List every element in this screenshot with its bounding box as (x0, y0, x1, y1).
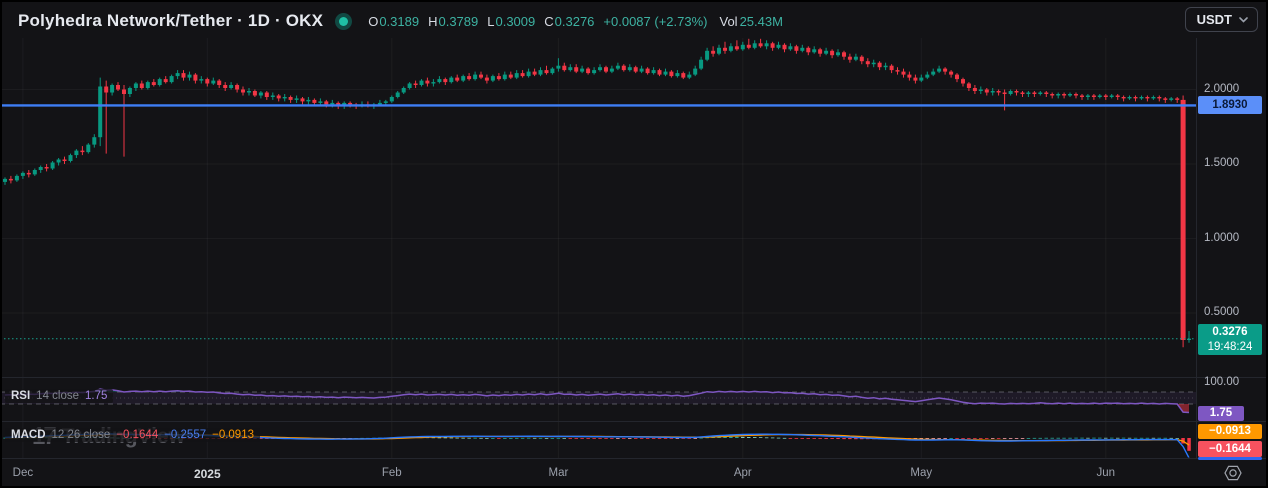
currency-dropdown[interactable]: USDT (1185, 7, 1258, 32)
time-axis-label[interactable]: Mar (548, 467, 568, 479)
ohlc-legend: O0.3189 H0.3789 L0.3009 C0.3276 +0.0087 … (368, 14, 783, 29)
trading-chart-app: Polyhedra Network/Tether · 1D · OKX O0.3… (0, 0, 1268, 488)
time-axis-label[interactable]: Feb (382, 467, 402, 479)
last-price-value: 0.3276 (1198, 325, 1262, 340)
open-value: O0.3189 (368, 14, 419, 29)
time-axis-label[interactable]: Apr (734, 467, 752, 479)
macd-line-badge-clipped (1198, 457, 1262, 460)
rsi-value-badge: 1.75 (1198, 406, 1244, 421)
change-value: +0.0087 (+2.73%) (603, 14, 707, 29)
macd-signal-badge: −0.0913 (1198, 424, 1262, 439)
time-axis-label[interactable]: May (910, 467, 932, 479)
symbol-header: Polyhedra Network/Tether · 1D · OKX O0.3… (18, 8, 783, 34)
macd-hist-badge: −0.1644 (1198, 441, 1262, 457)
last-price-badge: 0.3276 19:48:24 (1198, 324, 1262, 355)
volume-value: Vol25.43M (719, 14, 782, 29)
low-value: L0.3009 (487, 14, 535, 29)
rsi-axis-tick: 100.00 (1204, 376, 1239, 388)
symbol-title[interactable]: Polyhedra Network/Tether · 1D · OKX (18, 11, 323, 31)
high-value: H0.3789 (428, 14, 478, 29)
macd-indicator-label[interactable]: MACD 12 26 close −0.1644 −0.2557 −0.0913 (5, 428, 260, 442)
price-line-badge: 1.8930 (1198, 96, 1262, 114)
market-status-dot (339, 17, 348, 26)
candlestick-canvas[interactable] (0, 0, 1268, 488)
rsi-indicator-label[interactable]: RSI 14 close 1.75 (5, 389, 113, 403)
time-axis-label[interactable]: Dec (13, 467, 33, 479)
currency-label: USDT (1197, 12, 1232, 27)
chevron-down-icon (1239, 17, 1248, 23)
price-axis-tick[interactable]: 2.0000 (1204, 83, 1239, 95)
price-axis-tick[interactable]: 1.5000 (1204, 157, 1239, 169)
candle-countdown: 19:48:24 (1198, 340, 1262, 355)
gear-icon (1224, 464, 1242, 482)
price-axis-tick[interactable]: 0.5000 (1204, 306, 1239, 318)
time-axis-label[interactable]: 2025 (194, 467, 221, 481)
price-axis-tick[interactable]: 1.0000 (1204, 232, 1239, 244)
time-axis-label[interactable]: Jun (1097, 467, 1116, 479)
close-value: C0.3276 (544, 14, 594, 29)
timezone-settings-button[interactable] (1224, 464, 1242, 487)
